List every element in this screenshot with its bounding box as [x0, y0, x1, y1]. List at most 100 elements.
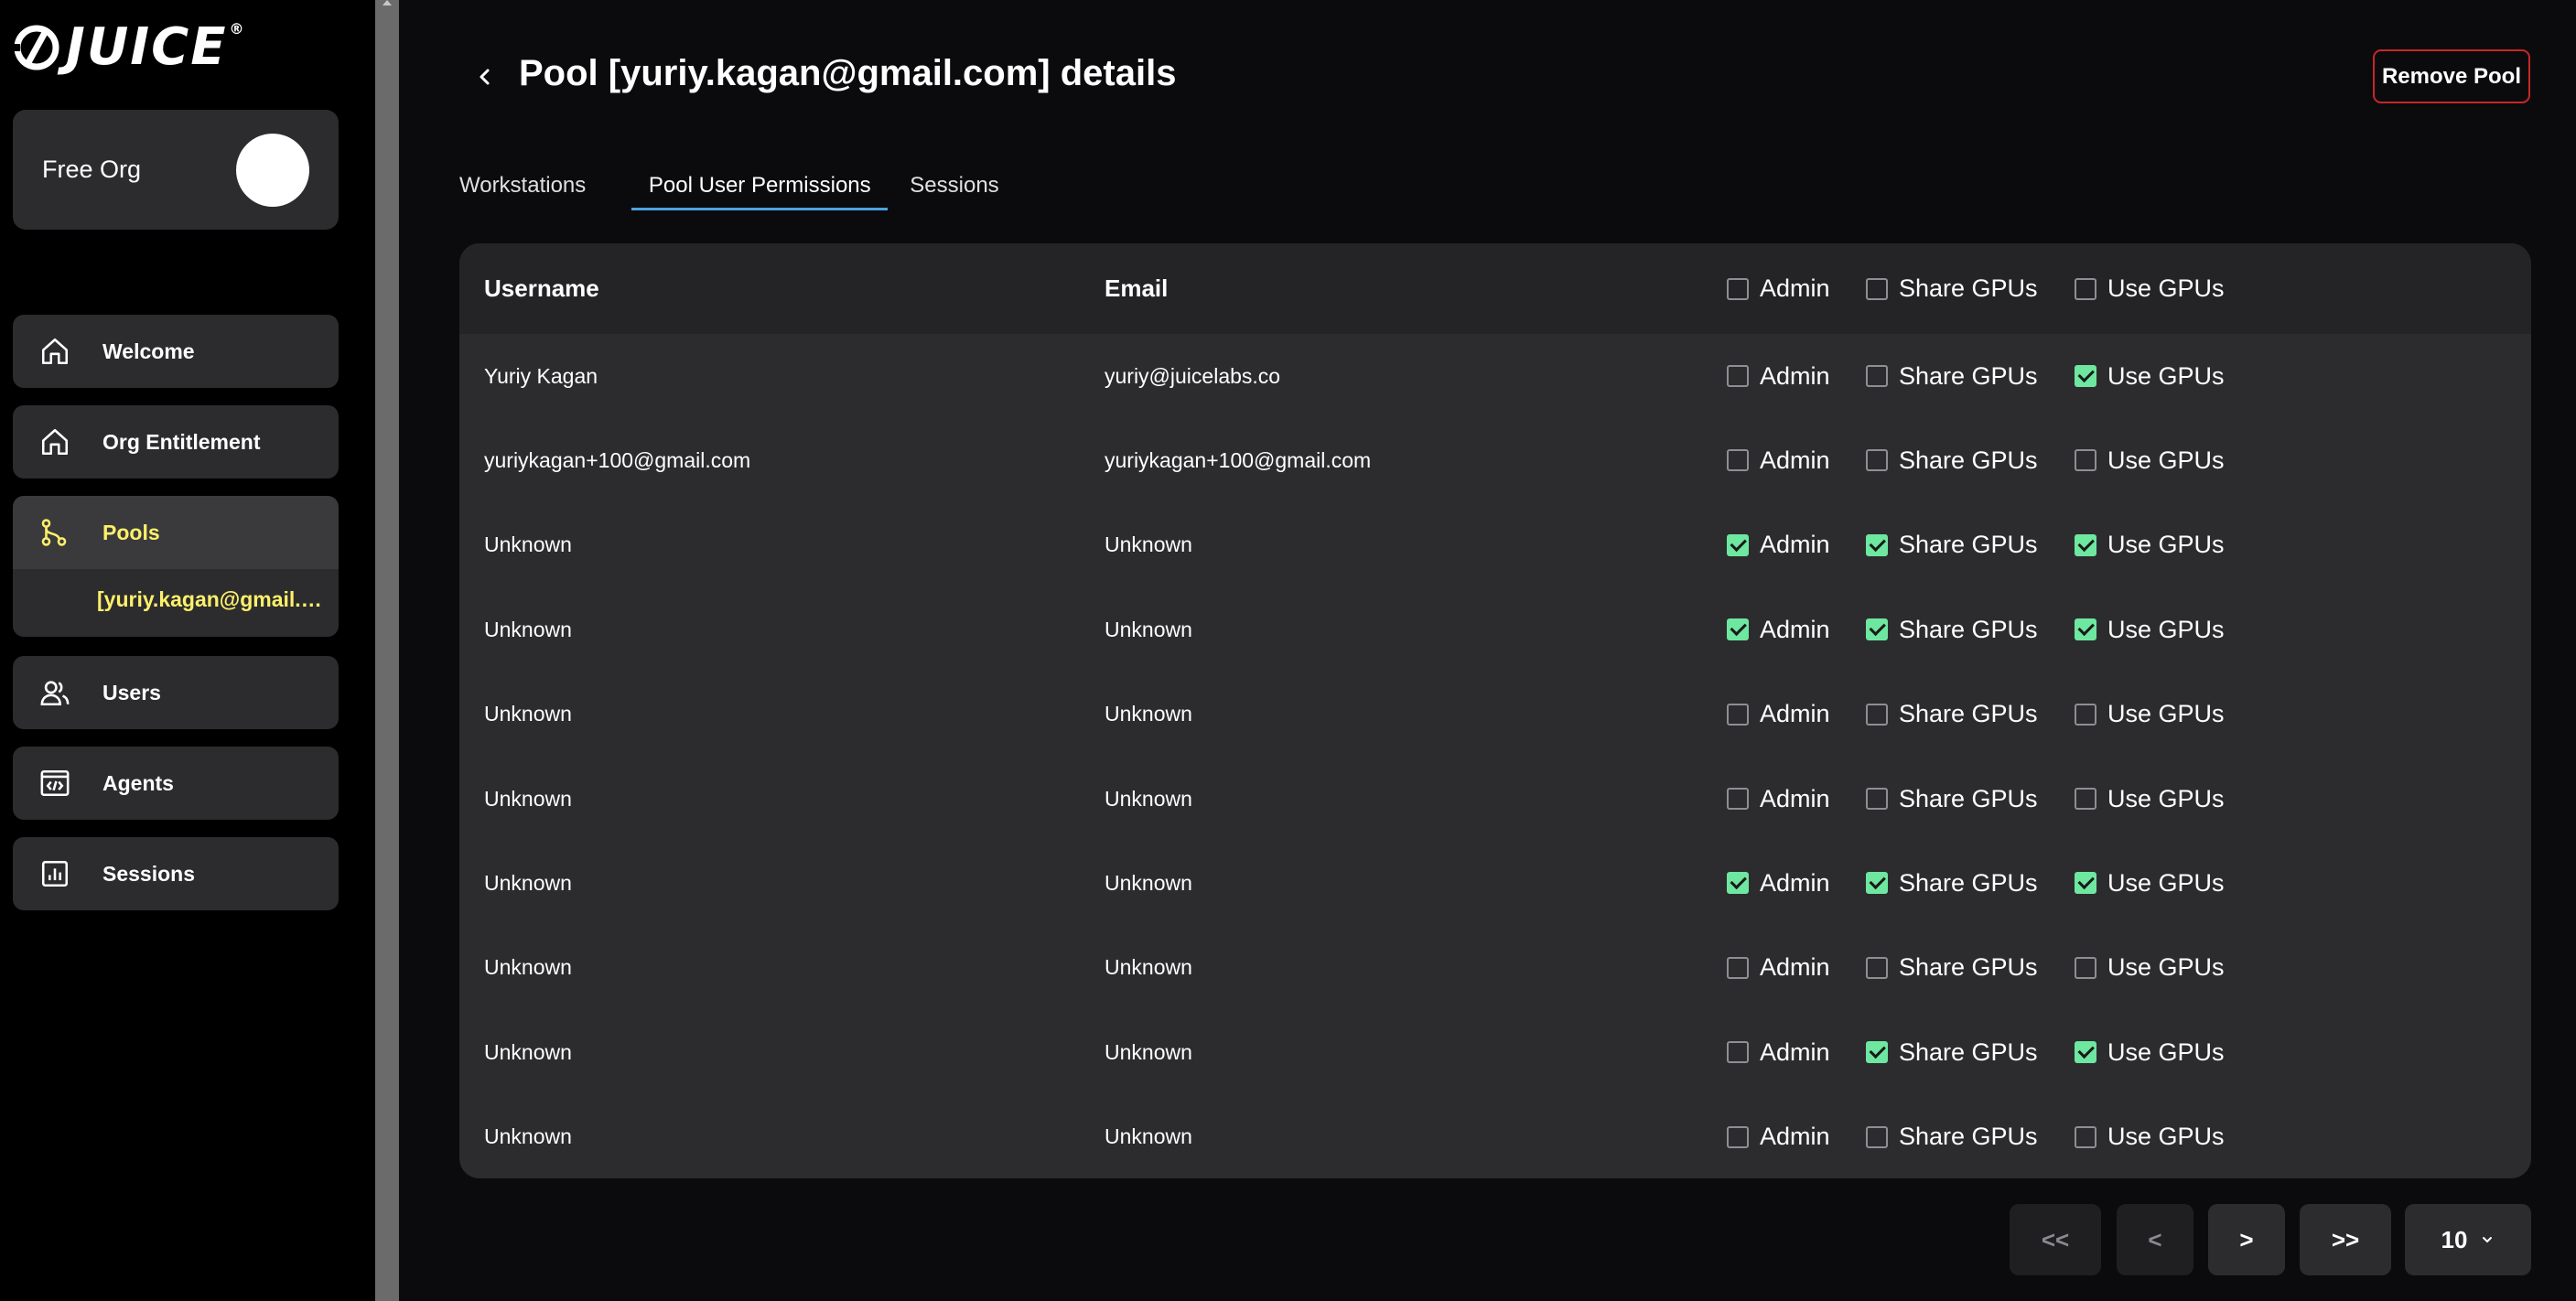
tab-workstations[interactable]: Workstations	[459, 161, 586, 210]
brand-name: JUICE	[66, 17, 228, 77]
use-gpus-checkbox[interactable]	[2075, 788, 2096, 810]
use-gpus-checkbox[interactable]	[2075, 703, 2096, 726]
header-share-toggle[interactable]: Share GPUs	[1866, 243, 2038, 334]
use-gpus-label: Use GPUs	[2107, 700, 2225, 728]
sidebar-item-agents[interactable]: Agents	[13, 747, 339, 820]
use-gpus-toggle[interactable]: Use GPUs	[2075, 587, 2225, 672]
admin-toggle[interactable]: Admin	[1727, 503, 1830, 587]
share-gpus-toggle[interactable]: Share GPUs	[1866, 503, 2038, 587]
use-gpus-checkbox[interactable]	[2075, 533, 2096, 556]
admin-toggle[interactable]: Admin	[1727, 334, 1830, 418]
admin-toggle[interactable]: Admin	[1727, 1095, 1830, 1178]
share-gpus-checkbox[interactable]	[1866, 449, 1888, 472]
use-gpus-checkbox[interactable]	[2075, 449, 2096, 472]
first-page-button[interactable]: <<	[2010, 1204, 2101, 1275]
use-gpus-toggle[interactable]: Use GPUs	[2075, 841, 2225, 925]
brand-registered-mark: ®	[229, 20, 246, 38]
share-gpus-checkbox[interactable]	[1866, 618, 1888, 641]
admin-checkbox[interactable]	[1727, 1125, 1749, 1148]
admin-checkbox[interactable]	[1727, 1041, 1749, 1064]
share-gpus-toggle[interactable]: Share GPUs	[1866, 334, 2038, 418]
table-row: Unknown Unknown Admin Share GPUs Use GPUs	[459, 926, 2531, 1010]
share-gpus-toggle[interactable]: Share GPUs	[1866, 926, 2038, 1010]
sidebar-item-sessions[interactable]: Sessions	[13, 837, 339, 910]
admin-checkbox[interactable]	[1727, 365, 1749, 387]
header-use-toggle[interactable]: Use GPUs	[2075, 243, 2225, 334]
use-gpus-toggle[interactable]: Use GPUs	[2075, 1095, 2225, 1178]
header-admin-toggle[interactable]: Admin	[1727, 243, 1830, 334]
sidebar-subitem-pool[interactable]: [yuriy.kagan@gmail.com]	[97, 587, 331, 612]
use-gpus-checkbox[interactable]	[2075, 1125, 2096, 1148]
admin-checkbox[interactable]	[1727, 956, 1749, 979]
share-gpus-checkbox[interactable]	[1866, 872, 1888, 895]
table-row: Unknown Unknown Admin Share GPUs Use GPUs	[459, 757, 2531, 841]
admin-checkbox[interactable]	[1727, 618, 1749, 641]
admin-checkbox[interactable]	[1727, 703, 1749, 726]
use-gpus-label: Use GPUs	[2107, 784, 2225, 812]
cell-email: Unknown	[1105, 532, 1192, 557]
admin-toggle[interactable]: Admin	[1727, 926, 1830, 1010]
remove-pool-button[interactable]: Remove Pool	[2373, 49, 2530, 103]
use-gpus-toggle[interactable]: Use GPUs	[2075, 757, 2225, 841]
sidebar-item-pools[interactable]: Pools	[13, 496, 339, 569]
admin-toggle[interactable]: Admin	[1727, 587, 1830, 672]
admin-toggle[interactable]: Admin	[1727, 418, 1830, 502]
admin-toggle[interactable]: Admin	[1727, 757, 1830, 841]
share-gpus-toggle[interactable]: Share GPUs	[1866, 1095, 2038, 1178]
share-gpus-toggle[interactable]: Share GPUs	[1866, 1010, 2038, 1094]
use-gpus-checkbox[interactable]	[2075, 956, 2096, 979]
sidebar-item-users[interactable]: Users	[13, 656, 339, 729]
use-gpus-toggle[interactable]: Use GPUs	[2075, 926, 2225, 1010]
use-gpus-checkbox[interactable]	[2075, 618, 2096, 641]
next-page-button[interactable]: >	[2208, 1204, 2285, 1275]
use-gpus-toggle[interactable]: Use GPUs	[2075, 503, 2225, 587]
sidebar-scrollbar[interactable]	[375, 0, 399, 1301]
share-gpus-toggle[interactable]: Share GPUs	[1866, 841, 2038, 925]
share-gpus-label: Share GPUs	[1899, 446, 2038, 474]
back-button[interactable]	[467, 59, 503, 95]
share-gpus-toggle[interactable]: Share GPUs	[1866, 672, 2038, 757]
use-gpus-toggle[interactable]: Use GPUs	[2075, 672, 2225, 757]
org-selector[interactable]: Free Org	[13, 110, 339, 230]
use-gpus-checkbox[interactable]	[2075, 1041, 2096, 1064]
tab-sessions[interactable]: Sessions	[910, 161, 998, 210]
header-use-checkbox[interactable]	[2075, 277, 2096, 300]
share-gpus-checkbox[interactable]	[1866, 365, 1888, 387]
share-gpus-checkbox[interactable]	[1866, 788, 1888, 810]
admin-toggle[interactable]: Admin	[1727, 1010, 1830, 1094]
use-gpus-toggle[interactable]: Use GPUs	[2075, 418, 2225, 502]
admin-toggle[interactable]: Admin	[1727, 841, 1830, 925]
table-row: Unknown Unknown Admin Share GPUs Use GPUs	[459, 672, 2531, 757]
share-gpus-toggle[interactable]: Share GPUs	[1866, 757, 2038, 841]
use-gpus-checkbox[interactable]	[2075, 872, 2096, 895]
tab-pool-user-permissions[interactable]: Pool User Permissions	[631, 161, 889, 210]
juice-logo[interactable]: JUICE ®	[13, 20, 246, 75]
page-size-select[interactable]: 10	[2405, 1204, 2531, 1275]
use-gpus-checkbox[interactable]	[2075, 365, 2096, 387]
admin-checkbox[interactable]	[1727, 449, 1749, 472]
admin-label: Admin	[1760, 1038, 1830, 1066]
share-gpus-toggle[interactable]: Share GPUs	[1866, 418, 2038, 502]
sidebar-item-label: Agents	[102, 770, 174, 795]
admin-checkbox[interactable]	[1727, 788, 1749, 810]
sidebar-item-welcome[interactable]: Welcome	[13, 315, 339, 388]
admin-label: Admin	[1760, 531, 1830, 559]
admin-checkbox[interactable]	[1727, 872, 1749, 895]
share-gpus-checkbox[interactable]	[1866, 1041, 1888, 1064]
admin-toggle[interactable]: Admin	[1727, 672, 1830, 757]
share-gpus-checkbox[interactable]	[1866, 533, 1888, 556]
use-gpus-toggle[interactable]: Use GPUs	[2075, 1010, 2225, 1094]
cell-username: Unknown	[484, 617, 572, 641]
share-gpus-checkbox[interactable]	[1866, 703, 1888, 726]
admin-checkbox[interactable]	[1727, 533, 1749, 556]
sidebar-item-org-entitlement[interactable]: Org Entitlement	[13, 405, 339, 478]
scroll-up-arrow-icon[interactable]	[383, 0, 392, 5]
share-gpus-toggle[interactable]: Share GPUs	[1866, 587, 2038, 672]
header-share-checkbox[interactable]	[1866, 277, 1888, 300]
use-gpus-toggle[interactable]: Use GPUs	[2075, 334, 2225, 418]
header-admin-checkbox[interactable]	[1727, 277, 1749, 300]
share-gpus-checkbox[interactable]	[1866, 1125, 1888, 1148]
share-gpus-checkbox[interactable]	[1866, 956, 1888, 979]
prev-page-button[interactable]: <	[2117, 1204, 2193, 1275]
last-page-button[interactable]: >>	[2300, 1204, 2391, 1275]
